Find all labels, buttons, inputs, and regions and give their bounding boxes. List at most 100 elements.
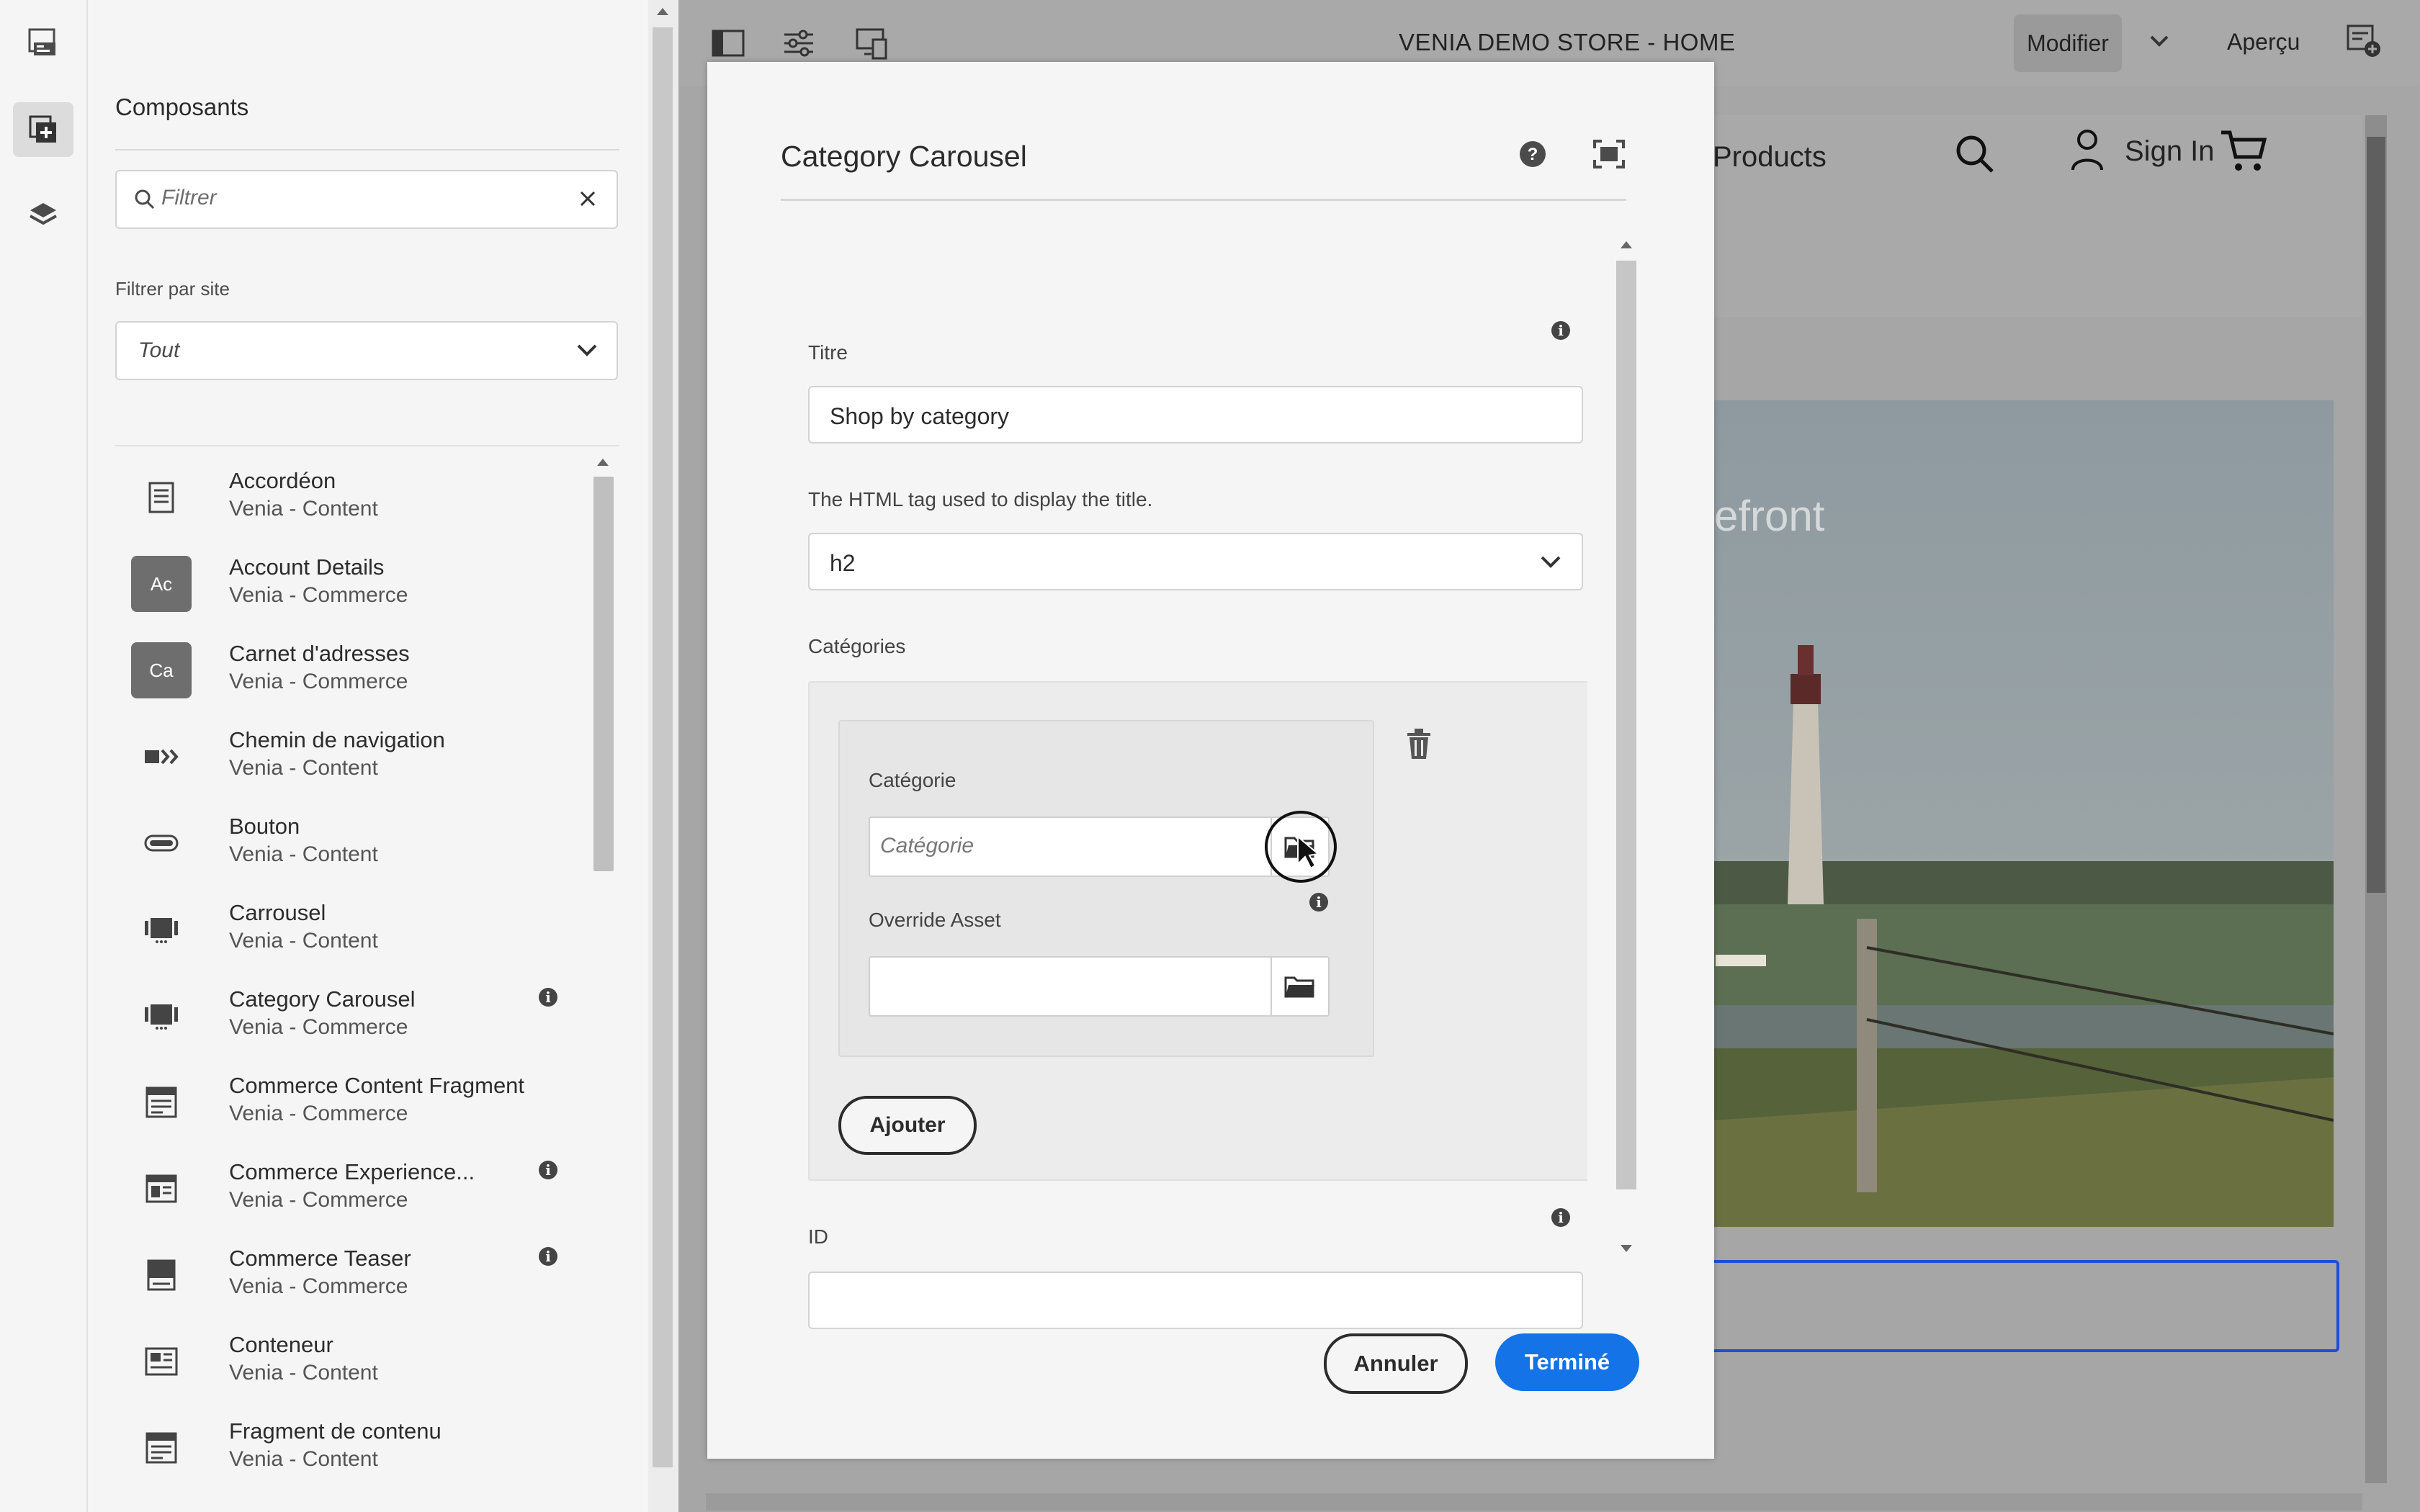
component-title: Carnet d'adresses xyxy=(229,641,410,666)
account-icon[interactable] xyxy=(2069,128,2106,173)
override-asset-input[interactable] xyxy=(869,956,1286,1017)
component-group: Venia - Content xyxy=(229,497,378,521)
chevron-down-icon xyxy=(577,344,597,356)
component-list-item[interactable]: Carrousel Venia - Content xyxy=(115,886,591,972)
clear-icon[interactable] xyxy=(578,189,598,209)
component-list-item[interactable]: Fragment de contenu Venia - Content xyxy=(115,1404,591,1490)
components-panel: Composants Filtrer Filtrer par site Tout… xyxy=(88,0,648,1512)
signin-link[interactable]: Sign In xyxy=(2125,135,2215,168)
component-list-item[interactable]: Bouton Venia - Content xyxy=(115,799,591,886)
scroll-up-icon[interactable] xyxy=(1618,239,1635,251)
annotations-icon[interactable] xyxy=(2347,24,2383,59)
info-icon[interactable]: i xyxy=(539,1161,557,1179)
help-icon[interactable]: ? xyxy=(1518,140,1547,172)
page-structure-icon[interactable] xyxy=(13,16,73,71)
search-icon xyxy=(135,189,155,210)
dialog-title: Category Carousel xyxy=(781,140,1027,173)
component-list-item[interactable]: Category Carousel Venia - Commerce i xyxy=(115,972,591,1058)
teaser-icon xyxy=(131,1247,192,1303)
component-group: Venia - Content xyxy=(229,929,378,953)
canvas-horizontal-scrollbar[interactable] xyxy=(706,1493,2362,1511)
fullscreen-icon[interactable] xyxy=(1593,140,1625,172)
component-group: Venia - Content xyxy=(229,842,378,866)
component-group: Venia - Commerce xyxy=(229,670,408,693)
filter-placeholder: Filtrer xyxy=(161,186,217,210)
left-rail xyxy=(0,0,88,1512)
title-value: Shop by category xyxy=(830,403,1010,429)
cursor-highlight xyxy=(1265,811,1337,883)
components-icon[interactable] xyxy=(13,102,73,157)
component-group: Venia - Content xyxy=(229,1447,378,1471)
component-group: Venia - Commerce xyxy=(229,1102,408,1125)
modify-button[interactable]: Modifier xyxy=(2014,14,2122,72)
dialog-body: i Titre Shop by category The HTML tag us… xyxy=(808,235,1587,1332)
info-icon[interactable]: i xyxy=(1551,1208,1570,1227)
override-asset-label: Override Asset xyxy=(869,909,1001,931)
canvas-scrollbar[interactable] xyxy=(2367,137,2385,893)
toggle-side-panel-icon[interactable] xyxy=(704,22,752,65)
component-list-item[interactable]: Commerce Experience... Venia - Commerce i xyxy=(115,1145,591,1231)
info-icon[interactable]: i xyxy=(539,988,557,1007)
page-properties-icon[interactable] xyxy=(775,22,823,65)
title-input[interactable]: Shop by category xyxy=(808,386,1583,444)
accordion-icon xyxy=(131,469,192,526)
component-title: Commerce Content Fragment xyxy=(229,1073,525,1098)
emulator-icon[interactable] xyxy=(848,22,896,65)
id-input[interactable] xyxy=(808,1272,1583,1329)
component-title: Accordéon xyxy=(229,468,336,493)
scroll-down-icon[interactable] xyxy=(1618,1243,1635,1254)
component-group: Venia - Content xyxy=(229,1361,378,1385)
divider xyxy=(115,445,619,446)
component-list-item[interactable]: Ac Account Details Venia - Commerce xyxy=(115,540,591,626)
component-title: Account Details xyxy=(229,554,385,580)
info-icon[interactable]: i xyxy=(1309,893,1328,912)
chevron-down-icon xyxy=(1541,556,1561,568)
component-group: Venia - Commerce xyxy=(229,1274,408,1298)
hero-text: efront xyxy=(1714,492,1825,540)
category-label: Catégorie xyxy=(869,769,956,791)
scroll-up-icon[interactable] xyxy=(594,456,611,468)
chevron-down-icon[interactable] xyxy=(2148,33,2171,49)
scroll-up-icon[interactable] xyxy=(654,6,671,17)
delete-icon[interactable] xyxy=(1406,729,1432,760)
carousel-icon xyxy=(131,988,192,1044)
component-title: Chemin de navigation xyxy=(229,727,445,752)
component-list-item[interactable]: Chemin de navigation Venia - Content xyxy=(115,713,591,799)
category-input[interactable]: Catégorie xyxy=(869,816,1286,877)
selected-component-outline xyxy=(1704,1260,2339,1352)
component-list-item[interactable]: Ca Carnet d'adresses Venia - Commerce xyxy=(115,626,591,713)
cart-icon[interactable] xyxy=(2218,127,2269,174)
search-icon[interactable] xyxy=(1953,132,1996,176)
title-label: Titre xyxy=(808,341,848,364)
override-asset-browse-button[interactable] xyxy=(1270,956,1330,1017)
cancel-button[interactable]: Annuler xyxy=(1324,1333,1468,1394)
container-icon xyxy=(131,1333,192,1390)
html-tag-label: The HTML tag used to display the title. xyxy=(808,488,1153,510)
site-filter-value: Tout xyxy=(138,338,180,362)
html-tag-select[interactable]: h2 xyxy=(808,533,1583,590)
component-list-item[interactable]: Commerce Content Fragment Venia - Commerc… xyxy=(115,1058,591,1145)
page-title: VENIA DEMO STORE - HOME xyxy=(1399,29,1736,55)
component-list-item[interactable]: Conteneur Venia - Content xyxy=(115,1318,591,1404)
experience-fragment-icon xyxy=(131,1161,192,1217)
panel-scrollbar[interactable] xyxy=(653,27,673,1467)
done-button[interactable]: Terminé xyxy=(1495,1333,1639,1391)
component-title: Commerce Experience... xyxy=(229,1159,475,1184)
preview-button[interactable]: Aperçu xyxy=(2227,29,2300,55)
component-list-item[interactable]: Commerce Teaser Venia - Commerce i xyxy=(115,1231,591,1318)
content-fragment-icon xyxy=(131,1420,192,1476)
site-filter-select[interactable]: Tout xyxy=(115,321,618,380)
add-category-button[interactable]: Ajouter xyxy=(838,1096,977,1155)
info-icon[interactable]: i xyxy=(539,1247,557,1266)
info-icon[interactable]: i xyxy=(1551,321,1570,340)
dialog-scrollbar[interactable] xyxy=(1616,261,1636,1189)
list-scrollbar[interactable] xyxy=(593,477,614,871)
products-link[interactable]: Products xyxy=(1713,141,1827,174)
filter-input[interactable]: Filtrer xyxy=(115,170,618,229)
component-title: Category Carousel xyxy=(229,986,416,1012)
category-carousel-dialog: Category Carousel ? i Titre Shop by cate… xyxy=(707,62,1714,1459)
layers-icon[interactable] xyxy=(13,189,73,243)
component-list-item[interactable]: Accordéon Venia - Content xyxy=(115,454,591,540)
divider xyxy=(115,149,619,150)
component-badge-icon: Ac xyxy=(131,556,192,612)
